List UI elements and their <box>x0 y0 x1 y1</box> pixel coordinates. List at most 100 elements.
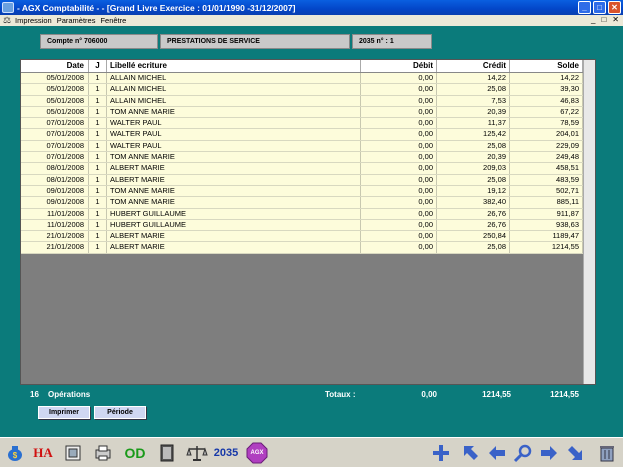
ha-button[interactable]: HA <box>30 442 56 464</box>
cell-credit: 7,53 <box>437 95 510 106</box>
cell-debit: 0,00 <box>361 140 437 152</box>
cell-credit: 25,08 <box>437 174 510 185</box>
mdi-restore-button[interactable]: □ <box>601 15 606 24</box>
table-row[interactable]: 05/01/2008 1 ALLAIN MICHEL 0,00 14,22 14,22 <box>21 73 595 85</box>
cell-solde: 204,01 <box>510 129 583 140</box>
table-row[interactable]: 09/01/2008 1 TOM ANNE MARIE 0,00 382,40 885,1… <box>21 197 595 209</box>
last-record-icon[interactable] <box>564 442 586 464</box>
total-credit: 1214,55 <box>482 390 511 399</box>
mdi-controls: _ □ ✕ <box>591 15 619 24</box>
search-icon[interactable] <box>512 442 534 464</box>
table-row[interactable]: 07/01/2008 1 TOM ANNE MARIE 0,00 20,39 249,48 <box>21 152 595 164</box>
cell-date: 05/01/2008 <box>21 73 89 84</box>
money-bag-icon[interactable]: $ <box>4 442 26 464</box>
table-row[interactable]: 09/01/2008 1 TOM ANNE MARIE 0,00 19,12 502,71 <box>21 185 595 198</box>
cell-journal: 1 <box>89 208 107 219</box>
add-icon[interactable] <box>430 442 452 464</box>
col-debit[interactable]: Débit <box>361 60 437 72</box>
next-record-icon[interactable] <box>538 442 560 464</box>
form-2035-button[interactable]: 2035 <box>212 442 240 464</box>
table-row[interactable]: 05/01/2008 1 TOM ANNE MARIE 0,00 20,39 67,22 <box>21 106 595 119</box>
print-button[interactable]: Imprimer <box>38 406 90 419</box>
col-journal[interactable]: J <box>89 60 107 72</box>
mdi-minimize-button[interactable]: _ <box>591 15 595 24</box>
cash-register-icon[interactable] <box>62 442 84 464</box>
cell-credit: 25,08 <box>437 84 510 95</box>
ledger-table[interactable]: Date J Libellé ecriture Débit Crédit Sol… <box>20 59 596 385</box>
cell-credit: 25,08 <box>437 140 510 152</box>
col-credit[interactable]: Crédit <box>437 60 510 72</box>
table-row[interactable]: 11/01/2008 1 HUBERT GUILLAUME 0,00 26,76 911,… <box>21 208 595 220</box>
cell-credit: 20,39 <box>437 106 510 118</box>
cell-credit: 19,12 <box>437 185 510 197</box>
table-row[interactable]: 07/01/2008 1 WALTER PAUL 0,00 125,42 204,01 <box>21 129 595 141</box>
cell-solde: 502,71 <box>510 185 583 197</box>
balance-scale-icon[interactable] <box>186 442 208 464</box>
cell-solde: 483,59 <box>510 174 583 185</box>
cell-solde: 229,09 <box>510 140 583 152</box>
cell-journal: 1 <box>89 95 107 106</box>
cell-libelle: HUBERT GUILLAUME <box>107 219 361 231</box>
table-row[interactable]: 05/01/2008 1 ALLAIN MICHEL 0,00 25,08 39,30 <box>21 84 595 96</box>
cell-solde: 39,30 <box>510 84 583 95</box>
table-row[interactable]: 08/01/2008 1 ALBERT MARIE 0,00 209,03 458,51 <box>21 163 595 175</box>
cell-date: 07/01/2008 <box>21 129 89 140</box>
table-row[interactable]: 21/01/2008 1 ALBERT MARIE 0,00 25,08 1214,55 <box>21 242 595 254</box>
window-controls: _ □ ✕ <box>578 1 621 14</box>
cell-date: 21/01/2008 <box>21 231 89 242</box>
cell-debit: 0,00 <box>361 185 437 197</box>
period-button[interactable]: Période <box>94 406 146 419</box>
close-button[interactable]: ✕ <box>608 1 621 14</box>
cell-libelle: ALBERT MARIE <box>107 163 361 174</box>
cell-debit: 0,00 <box>361 163 437 174</box>
cell-debit: 0,00 <box>361 129 437 140</box>
cell-libelle: TOM ANNE MARIE <box>107 197 361 208</box>
cell-date: 05/01/2008 <box>21 95 89 106</box>
cell-journal: 1 <box>89 219 107 231</box>
menu-fenetre[interactable]: Fenêtre <box>100 16 126 25</box>
agx-label: AGX <box>250 450 264 456</box>
mdi-close-button[interactable]: ✕ <box>612 15 619 24</box>
cell-libelle: WALTER PAUL <box>107 140 361 152</box>
col-libelle[interactable]: Libellé ecriture <box>107 60 361 72</box>
cell-debit: 0,00 <box>361 219 437 231</box>
menu-impression[interactable]: Impression <box>15 16 52 25</box>
od-button[interactable]: OD <box>122 442 148 464</box>
cell-solde: 458,51 <box>510 163 583 174</box>
table-row[interactable]: 08/01/2008 1 ALBERT MARIE 0,00 25,08 483,59 <box>21 174 595 186</box>
title-bar: - AGX Comptabilité - - [Grand Livre Exer… <box>0 0 623 15</box>
cell-libelle: ALBERT MARIE <box>107 174 361 185</box>
table-row[interactable]: 07/01/2008 1 WALTER PAUL 0,00 25,08 229,09 <box>21 140 595 153</box>
agx-button[interactable]: AGX <box>246 442 268 464</box>
cell-solde: 938,63 <box>510 219 583 231</box>
cell-date: 08/01/2008 <box>21 163 89 174</box>
trash-icon[interactable] <box>596 442 618 464</box>
cell-solde: 14,22 <box>510 73 583 84</box>
cell-date: 05/01/2008 <box>21 84 89 95</box>
vertical-scrollbar[interactable] <box>583 60 595 384</box>
maximize-button[interactable]: □ <box>593 1 606 14</box>
cell-credit: 250,84 <box>437 231 510 242</box>
cell-journal: 1 <box>89 197 107 208</box>
window-title: - AGX Comptabilité - - [Grand Livre Exer… <box>17 2 296 13</box>
cell-credit: 25,08 <box>437 242 510 253</box>
cell-journal: 1 <box>89 118 107 129</box>
document-icon[interactable]: ⚖ <box>2 16 12 25</box>
previous-record-icon[interactable] <box>486 442 508 464</box>
book-icon[interactable] <box>156 442 178 464</box>
table-row[interactable]: 07/01/2008 1 WALTER PAUL 0,00 11,37 78,59 <box>21 118 595 130</box>
cell-journal: 1 <box>89 231 107 242</box>
col-date[interactable]: Date <box>21 60 89 72</box>
totals-label: Totaux : <box>325 390 356 399</box>
cell-debit: 0,00 <box>361 73 437 84</box>
table-row[interactable]: 05/01/2008 1 ALLAIN MICHEL 0,00 7,53 46,83 <box>21 95 595 107</box>
table-row[interactable]: 11/01/2008 1 HUBERT GUILLAUME 0,00 26,76 938,… <box>21 219 595 232</box>
minimize-button[interactable]: _ <box>578 1 591 14</box>
menu-parametres[interactable]: Paramètres <box>57 16 96 25</box>
cell-libelle: ALBERT MARIE <box>107 231 361 242</box>
printer-icon[interactable] <box>92 442 114 464</box>
first-record-icon[interactable] <box>460 442 482 464</box>
table-row[interactable]: 21/01/2008 1 ALBERT MARIE 0,00 250,84 1189,47 <box>21 231 595 243</box>
col-solde[interactable]: Solde <box>510 60 583 72</box>
table-body: 05/01/2008 1 ALLAIN MICHEL 0,00 14,22 14,22 05… <box>21 73 595 254</box>
